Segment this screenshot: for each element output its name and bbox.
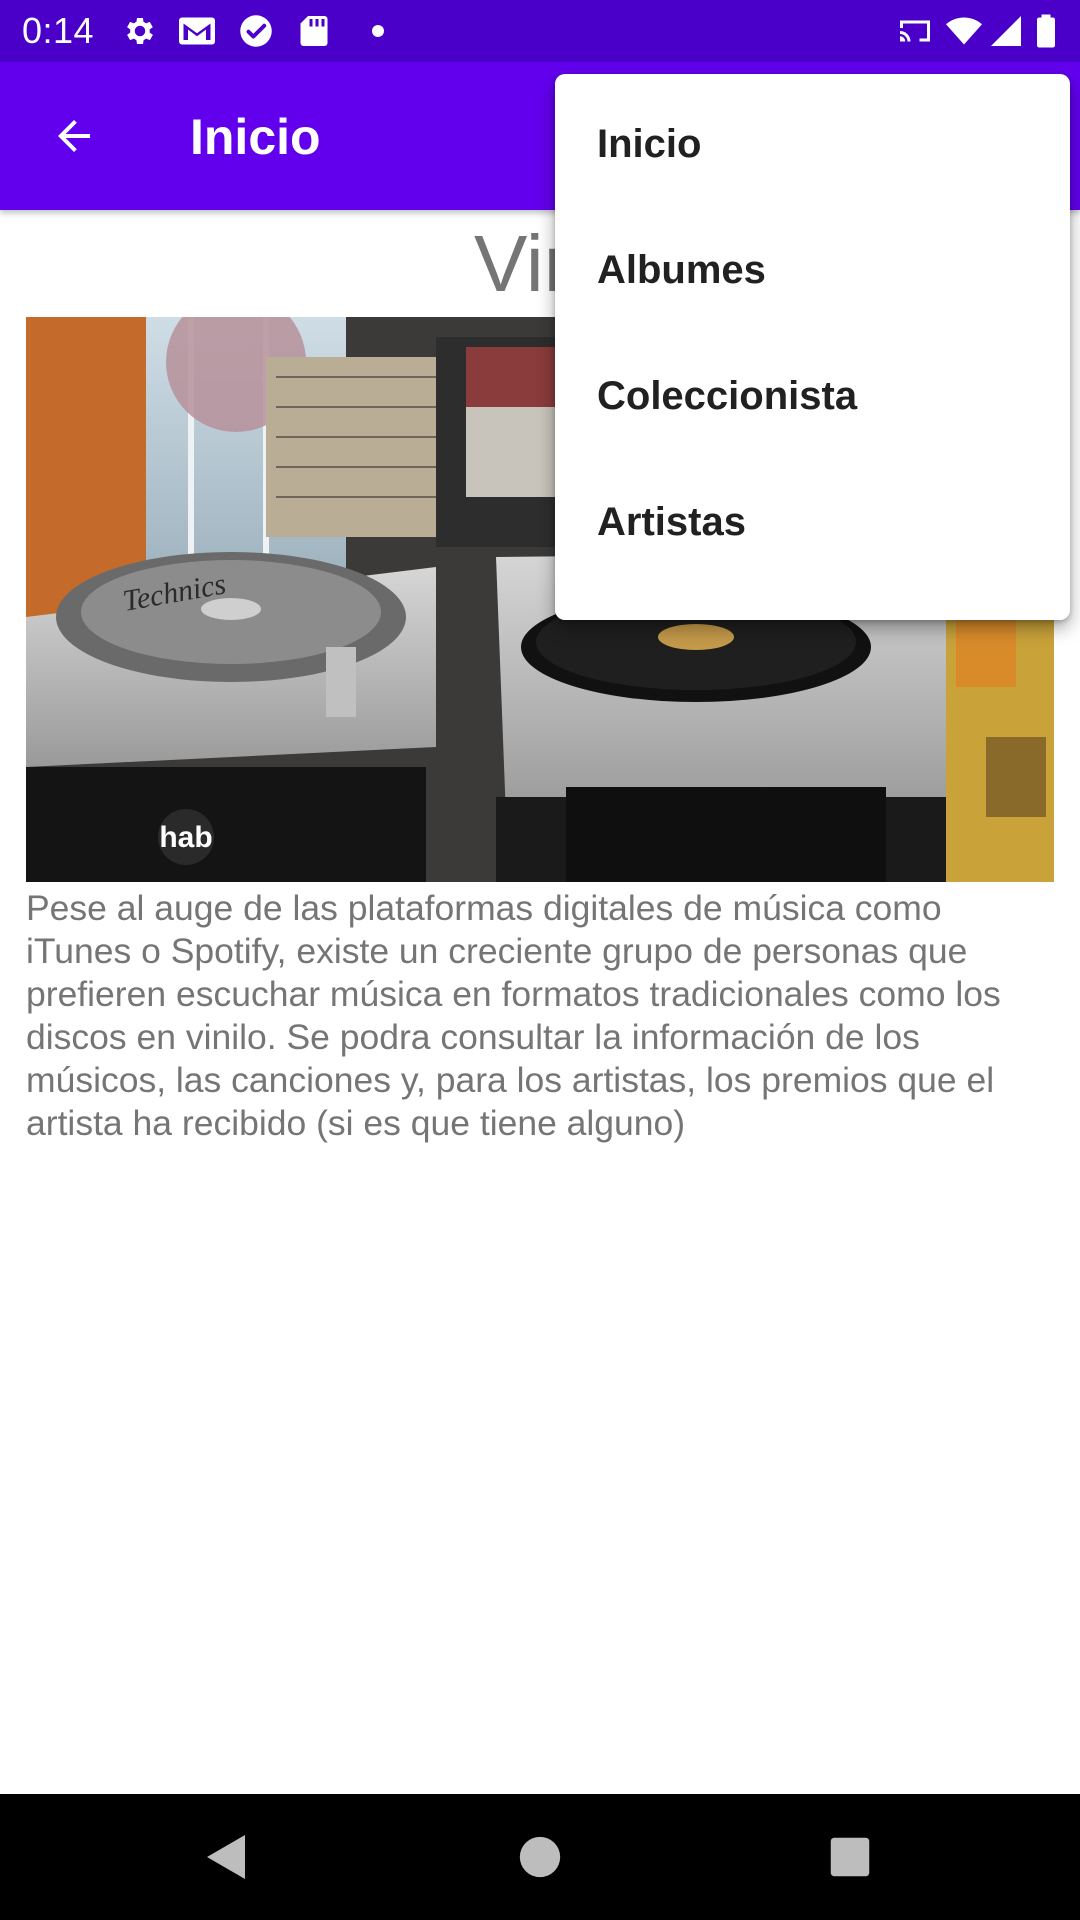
menu-item-label: Inicio [597,121,702,166]
back-button[interactable] [38,106,110,166]
description: Pese al auge de las plataformas digitale… [26,888,1001,1143]
menu-item-label: Albumes [597,247,766,292]
sd-card-icon [300,16,328,46]
menu-item-artistas[interactable]: Artistas [555,486,1070,612]
image-caption: hab [159,821,212,854]
dot-icon [372,25,384,37]
menu-item-albumes[interactable]: Albumes [555,234,1070,360]
screen: 0:14 Inicio Vini hab Technics Pese al au… [0,0,1080,1920]
gear-icon [127,17,153,45]
menu-item-label: Coleccionista [597,373,858,418]
nav-back-button[interactable] [190,1822,260,1892]
menu-item-label: Artistas [597,499,746,544]
overflow-menu: Inicio Albumes Coleccionista Artistas [555,74,1070,620]
nav-recents-button[interactable] [815,1822,885,1892]
toolbar-title: Inicio [190,109,321,165]
cast-icon [900,20,930,42]
status-bar: 0:14 [0,0,1080,62]
gmail-icon [179,17,215,45]
check-circle-icon [240,15,272,47]
status-time: 0:14 [22,10,95,51]
back-triangle-icon [207,1835,245,1879]
signal-icon [991,16,1021,46]
wifi-icon [946,17,982,45]
home-circle-icon [519,1836,561,1878]
nav-bar [0,1794,1080,1920]
battery-icon [1037,14,1055,48]
recents-square-icon [830,1837,870,1877]
menu-item-coleccionista[interactable]: Coleccionista [555,360,1070,486]
arrow-back-icon [58,120,90,152]
menu-item-inicio[interactable]: Inicio [555,108,1070,234]
nav-home-button[interactable] [505,1822,575,1892]
